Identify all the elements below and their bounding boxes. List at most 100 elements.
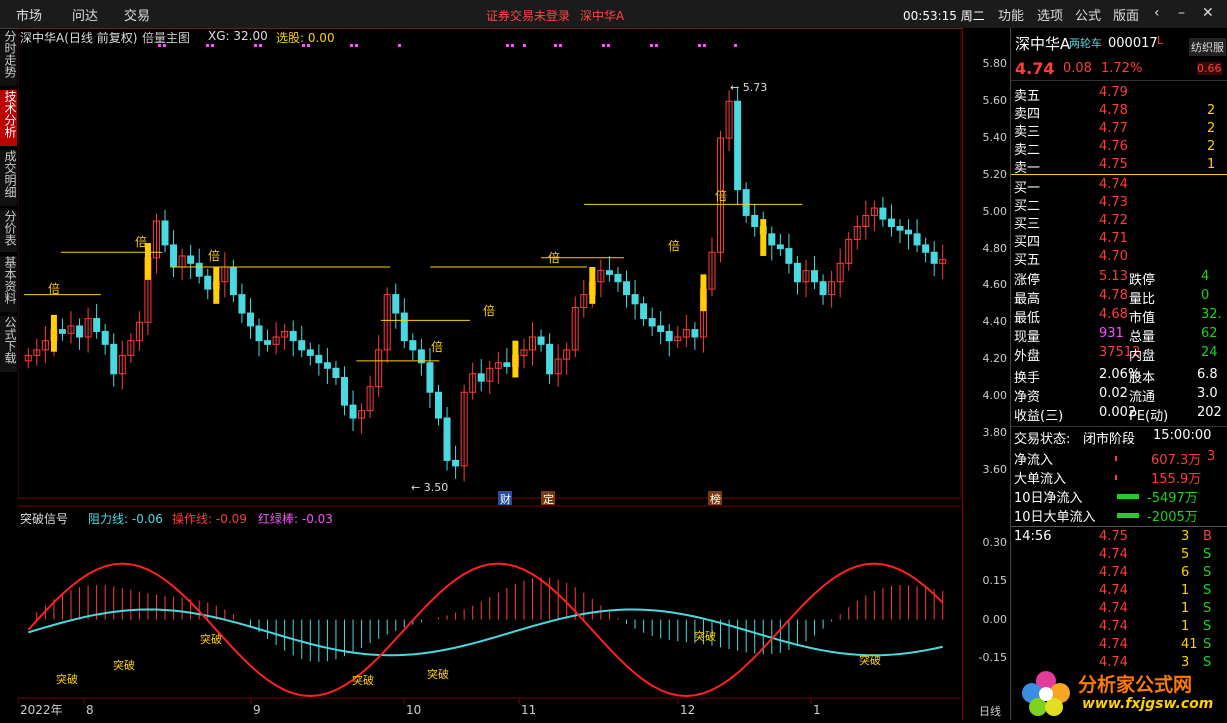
- close-icon[interactable]: ✕: [1202, 5, 1214, 21]
- candle-body: [734, 100, 742, 191]
- tab-basic-info[interactable]: 基本资料: [0, 256, 17, 312]
- minimize-icon[interactable]: –: [1178, 5, 1185, 21]
- volume-surge-bar: [760, 219, 767, 256]
- cell: 4.70: [1099, 249, 1128, 264]
- xaxis-label: 9: [253, 703, 261, 717]
- concept-badge[interactable]: 两轮车: [1069, 35, 1102, 51]
- price-tick: 4.60: [982, 278, 1008, 292]
- tick-row: 4.74 41 S: [1011, 636, 1227, 654]
- bei-label: 倍: [208, 248, 220, 263]
- stat-row: 净资 0.02 流通 3.0: [1011, 385, 1227, 405]
- clock: 00:53:15 周二: [903, 9, 985, 23]
- menu-formula[interactable]: 公式: [1075, 5, 1101, 24]
- tab-technical[interactable]: 技术分析: [0, 90, 17, 146]
- tab-intraday[interactable]: 分时走势: [0, 30, 17, 86]
- flow-row: 净流入 607.3万 3: [1011, 448, 1227, 468]
- ask-row: 卖五 4.79: [1011, 84, 1227, 104]
- period-label[interactable]: 日线: [979, 703, 1001, 719]
- stock-name: 深中华A: [1015, 35, 1071, 53]
- price-tick: 5.40: [982, 131, 1008, 145]
- cell: 最高: [1014, 292, 1041, 307]
- login-notice[interactable]: 证券交易未登录: [486, 7, 570, 24]
- cell: 买五: [1014, 253, 1041, 268]
- bid-row: 买一 4.74: [1011, 176, 1227, 196]
- cell: -5497万: [1147, 491, 1198, 506]
- price-change-pct: 1.72%: [1101, 61, 1143, 76]
- xaxis-label: 11: [521, 703, 536, 717]
- cell: 4.74: [1099, 547, 1128, 562]
- candle-body: [76, 325, 84, 338]
- candle-body: [400, 312, 408, 342]
- candle-body: [110, 343, 118, 375]
- cell: 607.3万: [1151, 453, 1202, 468]
- menu-function[interactable]: 功能: [998, 5, 1024, 24]
- redgreen-value: 红绿棒: -0.03: [258, 512, 333, 526]
- breakout-label: 突破: [56, 672, 78, 686]
- kline-chart[interactable]: 倍倍倍倍倍倍倍倍← 5.73← 3.50财定榜突破突破突破突破 突破突破突破202…: [17, 27, 962, 720]
- candle-body: [546, 343, 554, 375]
- price-tick: 3.60: [982, 462, 1008, 476]
- cell: 3: [1207, 449, 1216, 464]
- bei-label: 倍: [48, 281, 60, 296]
- cell: 3: [1181, 529, 1190, 544]
- operate-value: 操作线: -0.09: [172, 512, 247, 526]
- cell: 2: [1207, 139, 1216, 154]
- cell: S: [1203, 619, 1212, 634]
- menu-market[interactable]: 市场: [16, 5, 42, 24]
- candle-body: [332, 367, 340, 378]
- cell: 62: [1201, 326, 1218, 341]
- industry-tag[interactable]: 纺织服: [1189, 38, 1226, 56]
- tick-row: 4.74 1 S: [1011, 618, 1227, 636]
- price-change: 0.08: [1063, 61, 1092, 76]
- menu-trade[interactable]: 交易: [124, 5, 150, 24]
- cell: 3.0: [1197, 386, 1218, 401]
- cell: 4.77: [1099, 121, 1128, 136]
- signal-dot: [734, 44, 737, 47]
- logo-text: 分析家公式网: [1078, 674, 1193, 696]
- candle-body: [819, 281, 827, 296]
- signal-dot: [259, 44, 262, 47]
- tab-trades[interactable]: 成交明细: [0, 150, 17, 206]
- tab-formula-download[interactable]: 公式下载: [0, 316, 17, 372]
- candle-body: [913, 233, 921, 246]
- bid-row: 买五 4.70: [1011, 248, 1227, 268]
- cell: B: [1203, 529, 1212, 544]
- bei-label: 倍: [431, 339, 443, 354]
- cell: 4.74: [1099, 565, 1128, 580]
- xaxis-label: 1: [813, 703, 821, 717]
- last-price: 4.74: [1015, 59, 1055, 78]
- chart-area[interactable]: 倍倍倍倍倍倍倍倍 ← 5.73 ← 3.50 财定榜突破 突破 突破 突破 突破 突破 突破 202…: [17, 27, 962, 720]
- signal-dot: [607, 44, 610, 47]
- ask-row: 卖一 4.75 1: [1011, 156, 1227, 176]
- menu-wenda[interactable]: 问达: [72, 5, 98, 24]
- menu-layout[interactable]: 版面: [1113, 5, 1139, 24]
- flow-bar: [1117, 494, 1139, 499]
- candle-body: [793, 262, 801, 283]
- chevron-left-icon[interactable]: ‹: [1154, 5, 1160, 21]
- candle-body: [742, 189, 750, 216]
- indicator-name[interactable]: 倍量主图: [142, 29, 190, 46]
- stock-code: 000017: [1108, 36, 1158, 51]
- cell: 5: [1181, 547, 1190, 562]
- price-tick: 4.00: [982, 388, 1008, 402]
- tick-row: 14:56 4.75 3 B: [1011, 528, 1227, 546]
- cell: 4.75: [1099, 157, 1128, 172]
- ask-row: 卖二 4.76 2: [1011, 138, 1227, 158]
- stat-row: 换手 2.06% 股本 6.8: [1011, 366, 1227, 386]
- price-tick: 4.80: [982, 241, 1008, 255]
- breakout-label: 突破: [200, 632, 222, 646]
- candle-body: [170, 244, 178, 268]
- flower-logo-icon: [1022, 671, 1070, 716]
- signal-dot: [511, 44, 514, 47]
- candle-body: [887, 218, 895, 227]
- sub-indicator-name[interactable]: 突破信号: [20, 510, 68, 527]
- signal-dot: [602, 44, 605, 47]
- cell: 大单流入: [1014, 472, 1067, 487]
- cell: 股本: [1129, 371, 1156, 386]
- price-tick: 5.20: [982, 167, 1008, 181]
- candle-body: [503, 362, 511, 367]
- cell: 跌停: [1129, 273, 1156, 288]
- cell: 155.9万: [1151, 472, 1202, 487]
- tab-price-table[interactable]: 分价表: [0, 210, 17, 252]
- menu-options[interactable]: 选项: [1037, 5, 1063, 24]
